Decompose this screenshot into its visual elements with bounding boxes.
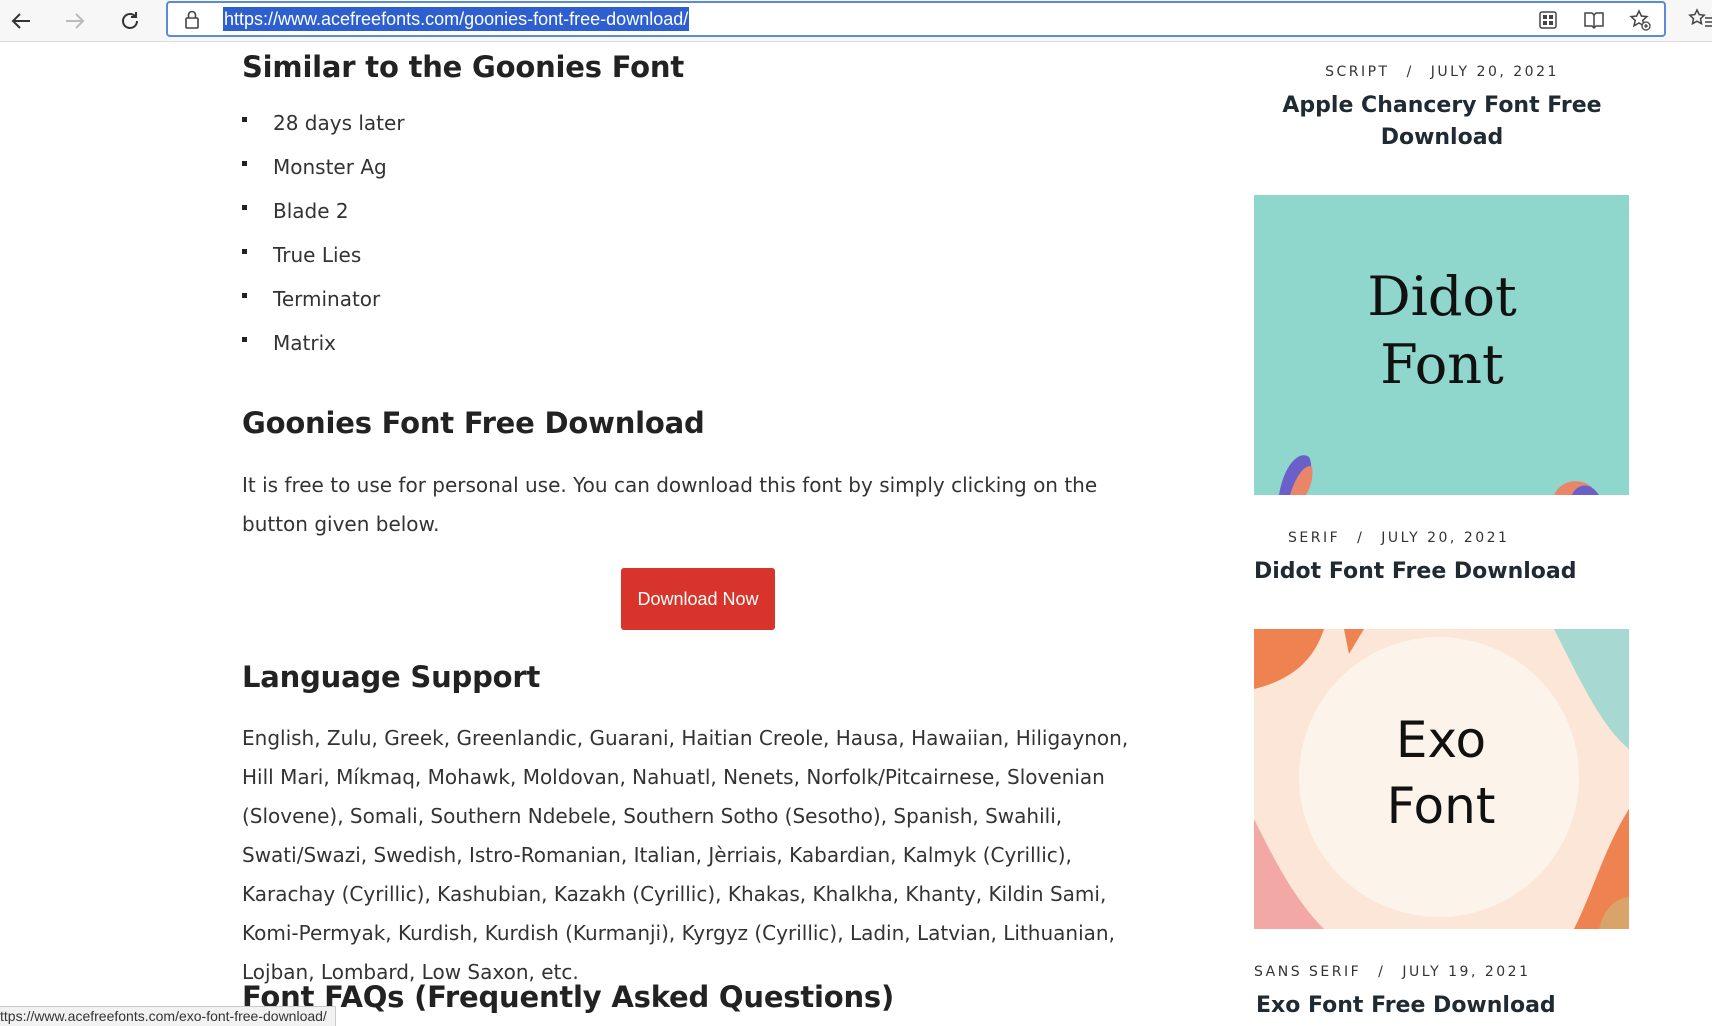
post-meta: SERIF / JULY 20, 2021 (1288, 530, 1509, 546)
exo-thumb-line2: Font (1387, 777, 1496, 835)
similar-font-name: Monster Ag (273, 155, 387, 179)
similar-font-item: Monster Ag (242, 152, 405, 196)
post-date: JULY 20, 2021 (1430, 64, 1559, 80)
list-bullet (242, 161, 247, 166)
post-title-link[interactable]: Didot Font Free Download (1254, 556, 1577, 588)
list-bullet (242, 117, 247, 122)
didot-thumb-line1: Didot (1367, 265, 1517, 328)
similar-fonts-list: 28 days later Monster Ag Blade 2 True Lies T… (242, 108, 405, 372)
download-heading: Goonies Font Free Download (242, 406, 705, 440)
lock-icon[interactable] (184, 10, 200, 35)
language-support-text: English, Zulu, Greek, Greenlandic, Guara… (242, 726, 1129, 984)
meta-separator: / (1378, 964, 1386, 980)
similar-fonts-heading: Similar to the Goonies Font (242, 50, 684, 84)
post-title-link[interactable]: Apple Chancery Font Free Download (1254, 90, 1630, 154)
post-category-link[interactable]: SERIF (1288, 530, 1340, 546)
download-description: It is free to use for personal use. You … (242, 473, 1098, 536)
post-date: JULY 19, 2021 (1402, 964, 1531, 980)
list-bullet (242, 249, 247, 254)
similar-font-name: Blade 2 (273, 199, 349, 223)
similar-font-name: 28 days later (273, 111, 405, 135)
browser-toolbar: https://www.acefreefonts.com/goonies-fon… (0, 0, 1712, 42)
post-meta: SANS SERIF / JULY 19, 2021 (1254, 964, 1530, 980)
list-bullet (242, 205, 247, 210)
post-title-link[interactable]: Exo Font Free Download (1256, 990, 1556, 1022)
didot-thumb-line2: Font (1380, 333, 1504, 396)
similar-font-item: 28 days later (242, 108, 405, 152)
language-support-heading: Language Support (242, 660, 541, 694)
list-bullet (242, 337, 247, 342)
link-status-bar: ttps://www.acefreefonts.com/exo-font-fre… (0, 1006, 336, 1026)
address-bar[interactable]: https://www.acefreefonts.com/goonies-fon… (166, 1, 1666, 37)
meta-separator: / (1406, 64, 1414, 80)
exo-thumbnail[interactable]: Exo Font (1254, 629, 1629, 929)
post-meta: SCRIPT / JULY 20, 2021 (1254, 64, 1630, 80)
download-now-button[interactable]: Download Now (621, 568, 775, 630)
apps-grid-icon[interactable] (1536, 8, 1560, 32)
post-category-link[interactable]: SCRIPT (1325, 64, 1390, 80)
similar-font-item: True Lies (242, 240, 405, 284)
url-text[interactable]: https://www.acefreefonts.com/goonies-fon… (223, 7, 690, 31)
post-date: JULY 20, 2021 (1381, 530, 1510, 546)
back-arrow-icon[interactable] (6, 6, 36, 36)
post-category-link[interactable]: SANS SERIF (1254, 964, 1361, 980)
similar-font-name: Terminator (273, 287, 381, 311)
faq-heading: Font FAQs (Frequently Asked Questions) (242, 980, 895, 1014)
list-bullet (242, 293, 247, 298)
reload-icon[interactable] (115, 6, 145, 36)
similar-font-item: Terminator (242, 284, 405, 328)
meta-separator: / (1357, 530, 1365, 546)
add-favorite-icon[interactable] (1628, 8, 1652, 32)
similar-font-item: Matrix (242, 328, 405, 372)
similar-font-name: Matrix (273, 331, 336, 355)
didot-thumbnail[interactable]: Didot Font (1254, 195, 1629, 495)
favorites-icon[interactable] (1688, 8, 1712, 32)
similar-font-item: Blade 2 (242, 196, 405, 240)
immersive-reader-icon[interactable] (1582, 8, 1606, 32)
similar-font-name: True Lies (273, 243, 362, 267)
exo-thumb-line1: Exo (1396, 711, 1486, 769)
forward-arrow-icon[interactable] (60, 6, 90, 36)
